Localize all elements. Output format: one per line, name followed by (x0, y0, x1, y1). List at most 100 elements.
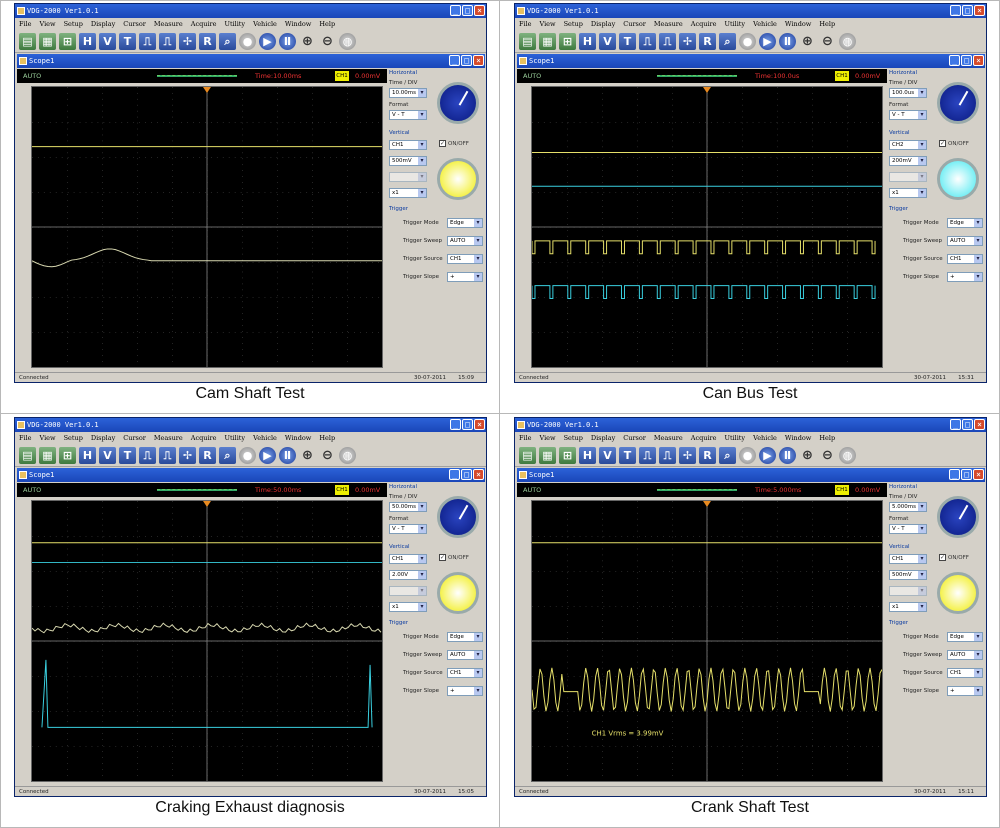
menu-cursor[interactable]: Cursor (623, 18, 646, 30)
menu-file[interactable]: File (519, 18, 532, 30)
close-button[interactable]: × (474, 419, 485, 430)
format-select[interactable]: V - T (389, 524, 427, 534)
minimize-button[interactable]: _ (950, 419, 961, 430)
scope-close-button[interactable]: × (973, 469, 984, 480)
scope-minimize-button[interactable]: _ (449, 55, 460, 66)
cursor-icon[interactable]: ✢ (179, 33, 196, 50)
menu-utility[interactable]: Utility (724, 18, 745, 30)
menu-setup[interactable]: Setup (564, 432, 583, 444)
close-button[interactable]: × (474, 5, 485, 16)
coupling-select[interactable] (889, 172, 927, 182)
menu-setup[interactable]: Setup (64, 432, 83, 444)
coupling-select[interactable] (889, 586, 927, 596)
probe-select[interactable]: x1 (389, 602, 427, 612)
open-icon[interactable]: ▤ (19, 33, 36, 50)
format-select[interactable]: V - T (889, 524, 927, 534)
trigger-mode-select[interactable]: Edge (447, 218, 483, 228)
run-icon[interactable]: ▶ (759, 33, 776, 50)
menu-file[interactable]: File (19, 432, 32, 444)
time-knob[interactable] (937, 82, 979, 124)
scope-screen[interactable] (31, 86, 383, 368)
zoom-in-icon[interactable]: ⊕ (299, 447, 316, 464)
settings-icon[interactable]: ◍ (839, 447, 856, 464)
coupling-select[interactable] (389, 172, 427, 182)
pulse-alt-icon[interactable]: ⎍ (659, 33, 676, 50)
onoff-checkbox[interactable]: ✓ ON/OFF (939, 554, 969, 561)
maximize-button[interactable]: □ (962, 5, 973, 16)
volt-div-select[interactable]: 500mV (889, 570, 927, 580)
vertical-button[interactable]: V (99, 447, 116, 464)
reference-icon[interactable]: R (699, 33, 716, 50)
run-icon[interactable]: ▶ (259, 447, 276, 464)
probe-select[interactable]: x1 (889, 188, 927, 198)
volt-knob[interactable] (437, 158, 479, 200)
trigger-slope-select[interactable]: + (447, 686, 483, 696)
zoom-in-icon[interactable]: ⊕ (299, 33, 316, 50)
volt-knob[interactable] (937, 572, 979, 614)
close-button[interactable]: × (974, 5, 985, 16)
menu-help[interactable]: Help (319, 18, 335, 30)
maximize-button[interactable]: □ (462, 5, 473, 16)
scope-screen[interactable] (31, 500, 383, 782)
menu-setup[interactable]: Setup (64, 18, 83, 30)
open-icon[interactable]: ▤ (519, 33, 536, 50)
menu-acquire[interactable]: Acquire (191, 432, 217, 444)
stop-icon[interactable]: ● (239, 33, 256, 50)
time-knob[interactable] (437, 496, 479, 538)
time-div-select[interactable]: 10.00ms (389, 88, 427, 98)
pulse-icon[interactable]: ⎍ (639, 447, 656, 464)
volt-div-select[interactable]: 500mV (389, 156, 427, 166)
vertical-button[interactable]: V (599, 447, 616, 464)
menu-window[interactable]: Window (785, 18, 811, 30)
onoff-checkbox[interactable]: ✓ ON/OFF (439, 140, 469, 147)
trigger-marker[interactable] (203, 501, 211, 507)
menu-acquire[interactable]: Acquire (691, 432, 717, 444)
settings-icon[interactable]: ◍ (839, 33, 856, 50)
channel-select[interactable]: CH2 (889, 140, 927, 150)
reference-icon[interactable]: R (699, 447, 716, 464)
menu-window[interactable]: Window (785, 432, 811, 444)
trigger-sweep-select[interactable]: AUTO (947, 650, 983, 660)
scope-maximize-button[interactable]: □ (461, 55, 472, 66)
settings-icon[interactable]: ◍ (339, 447, 356, 464)
cursor-icon[interactable]: ✢ (679, 447, 696, 464)
trigger-source-select[interactable]: CH1 (947, 254, 983, 264)
pause-icon[interactable]: Ⅱ (779, 447, 796, 464)
menu-acquire[interactable]: Acquire (191, 18, 217, 30)
horizontal-button[interactable]: H (79, 33, 96, 50)
vertical-button[interactable]: V (99, 33, 116, 50)
menu-display[interactable]: Display (91, 18, 115, 30)
maximize-button[interactable]: □ (462, 419, 473, 430)
trigger-button[interactable]: T (619, 33, 636, 50)
reference-icon[interactable]: R (199, 447, 216, 464)
channel-select[interactable]: CH1 (389, 140, 427, 150)
minimize-button[interactable]: _ (450, 419, 461, 430)
pulse-alt-icon[interactable]: ⎍ (159, 447, 176, 464)
maximize-button[interactable]: □ (962, 419, 973, 430)
print-icon[interactable]: ⊞ (59, 447, 76, 464)
time-div-select[interactable]: 50.00ms (389, 502, 427, 512)
menu-view[interactable]: View (540, 432, 556, 444)
zoom-in-icon[interactable]: ⊕ (799, 33, 816, 50)
zoom-window-icon[interactable]: ⌕ (219, 447, 236, 464)
pulse-alt-icon[interactable]: ⎍ (659, 447, 676, 464)
cursor-icon[interactable]: ✢ (179, 447, 196, 464)
channel-select[interactable]: CH1 (389, 554, 427, 564)
pulse-icon[interactable]: ⎍ (139, 447, 156, 464)
coupling-select[interactable] (389, 586, 427, 596)
menu-vehicle[interactable]: Vehicle (253, 432, 277, 444)
menu-window[interactable]: Window (285, 18, 311, 30)
zoom-window-icon[interactable]: ⌕ (219, 33, 236, 50)
pause-icon[interactable]: Ⅱ (279, 33, 296, 50)
stop-icon[interactable]: ● (739, 33, 756, 50)
menu-file[interactable]: File (19, 18, 32, 30)
trigger-button[interactable]: T (119, 33, 136, 50)
print-icon[interactable]: ⊞ (559, 447, 576, 464)
volt-knob[interactable] (437, 572, 479, 614)
onoff-checkbox[interactable]: ✓ ON/OFF (439, 554, 469, 561)
menu-help[interactable]: Help (319, 432, 335, 444)
time-div-select[interactable]: 5.000ms (889, 502, 927, 512)
pause-icon[interactable]: Ⅱ (779, 33, 796, 50)
open-icon[interactable]: ▤ (19, 447, 36, 464)
scope-close-button[interactable]: × (473, 469, 484, 480)
